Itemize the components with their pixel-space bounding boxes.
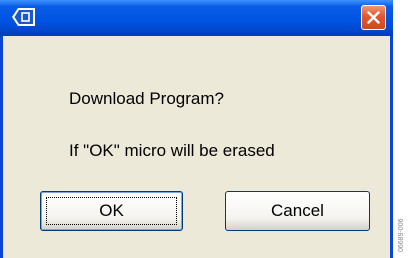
- figure-id: 06689-006: [398, 218, 405, 252]
- close-icon: [367, 11, 380, 24]
- message-line-2: If "OK" micro will be erased: [69, 141, 275, 160]
- dialog-window: Download Program? If "OK" micro will be …: [0, 0, 393, 258]
- title-bar[interactable]: [0, 0, 393, 36]
- ok-button[interactable]: OK: [40, 191, 183, 231]
- close-button[interactable]: [361, 5, 386, 30]
- ok-button-label: OK: [99, 201, 124, 220]
- cancel-button-label: Cancel: [271, 201, 324, 220]
- app-icon: [12, 7, 36, 27]
- message-line-1: Download Program?: [69, 89, 224, 108]
- cancel-button[interactable]: Cancel: [225, 191, 370, 231]
